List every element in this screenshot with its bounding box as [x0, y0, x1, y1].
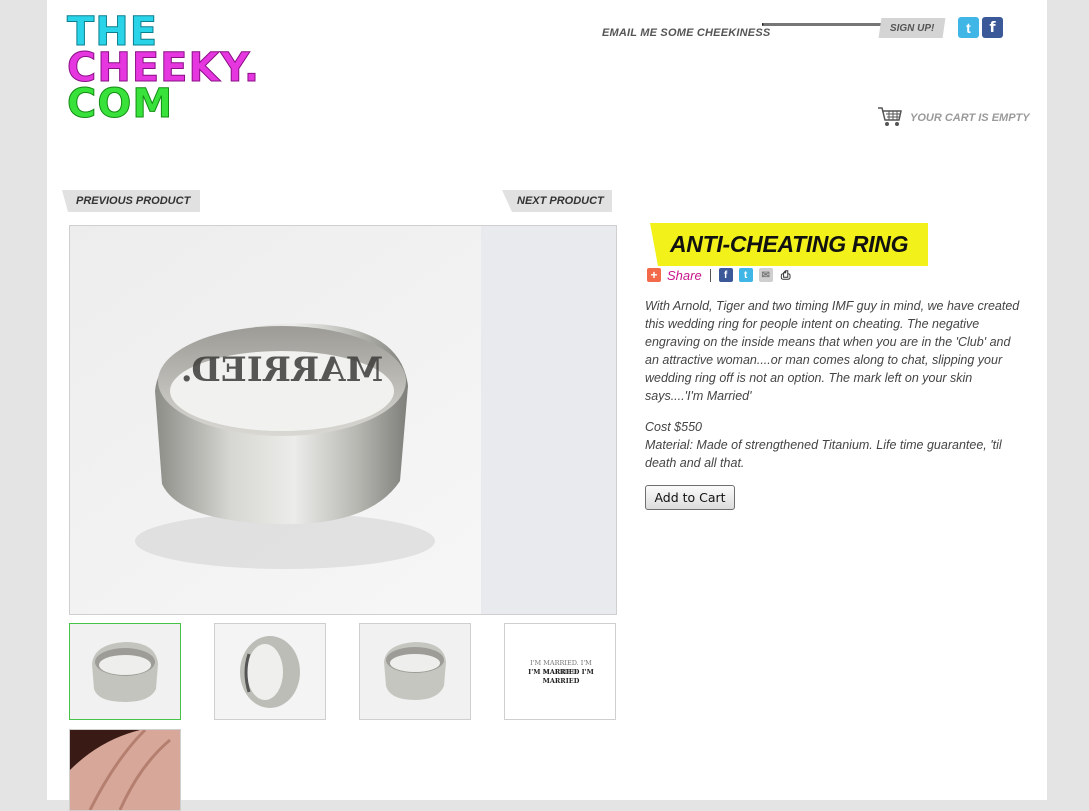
- product-thumbnail[interactable]: [69, 729, 181, 811]
- cart-status[interactable]: YOUR CART IS EMPTY: [910, 112, 1030, 124]
- ring-inside-image-2: [360, 624, 470, 719]
- page: THE CHEEKY. COM EMAIL ME SOME CHEEKINESS…: [47, 0, 1047, 811]
- site-logo[interactable]: THE CHEEKY. COM: [67, 12, 260, 127]
- product-description: With Arnold, Tiger and two timing IMF gu…: [645, 299, 1020, 403]
- next-product-button[interactable]: NEXT PRODUCT: [502, 190, 612, 212]
- product-thumbnail[interactable]: [359, 623, 471, 720]
- email-input[interactable]: [762, 23, 884, 26]
- share-divider: [709, 268, 711, 282]
- add-to-cart-button[interactable]: Add to Cart: [645, 485, 735, 510]
- facebook-share-icon[interactable]: f: [718, 268, 733, 282]
- product-title: ANTI-CHEATING RING: [670, 231, 909, 257]
- product-cost: Cost $550: [645, 420, 702, 434]
- hand-image: [70, 730, 180, 810]
- signup-button-label: SIGN UP!: [889, 22, 935, 34]
- previous-product-label: PREVIOUS PRODUCT: [76, 195, 191, 207]
- share-plus-icon[interactable]: +: [647, 268, 661, 282]
- next-product-label: NEXT PRODUCT: [517, 195, 604, 207]
- logo-line-3: COM: [67, 81, 174, 127]
- product-thumbnail[interactable]: I'M MARRIED. I'M MARRIED. I'M MARRIED I'…: [504, 623, 616, 720]
- shopping-cart-icon[interactable]: [877, 106, 903, 128]
- ring-side-image: [215, 624, 325, 719]
- product-title-banner: ANTI-CHEATING RING: [650, 223, 928, 266]
- twitter-icon[interactable]: t: [958, 17, 979, 38]
- product-details: Cost $550 Material: Made of strengthened…: [645, 418, 1025, 472]
- engraving-text-line-2: I'M MARRIED I'M MARRIED: [528, 668, 594, 685]
- email-share-icon[interactable]: ✉: [758, 268, 773, 282]
- product-material: Material: Made of strengthened Titanium.…: [645, 438, 1002, 470]
- email-signup-label: EMAIL ME SOME CHEEKINESS: [602, 27, 771, 39]
- product-thumbnail[interactable]: [69, 623, 181, 720]
- print-icon[interactable]: ⎙: [778, 268, 793, 282]
- signup-button[interactable]: SIGN UP!: [878, 18, 946, 38]
- product-thumbnail[interactable]: [214, 623, 326, 720]
- facebook-icon[interactable]: f: [982, 17, 1003, 38]
- ring-engraving: MARRIED.: [181, 350, 383, 390]
- ring-inside-image: [70, 624, 180, 719]
- share-link[interactable]: Share: [667, 268, 702, 283]
- previous-product-button[interactable]: PREVIOUS PRODUCT: [62, 190, 200, 212]
- main-product-image[interactable]: MARRIED.: [69, 225, 617, 615]
- twitter-share-icon[interactable]: t: [738, 268, 753, 282]
- ring-photo: MARRIED.: [70, 226, 616, 614]
- share-bar: + Share f t ✉ ⎙: [647, 266, 799, 284]
